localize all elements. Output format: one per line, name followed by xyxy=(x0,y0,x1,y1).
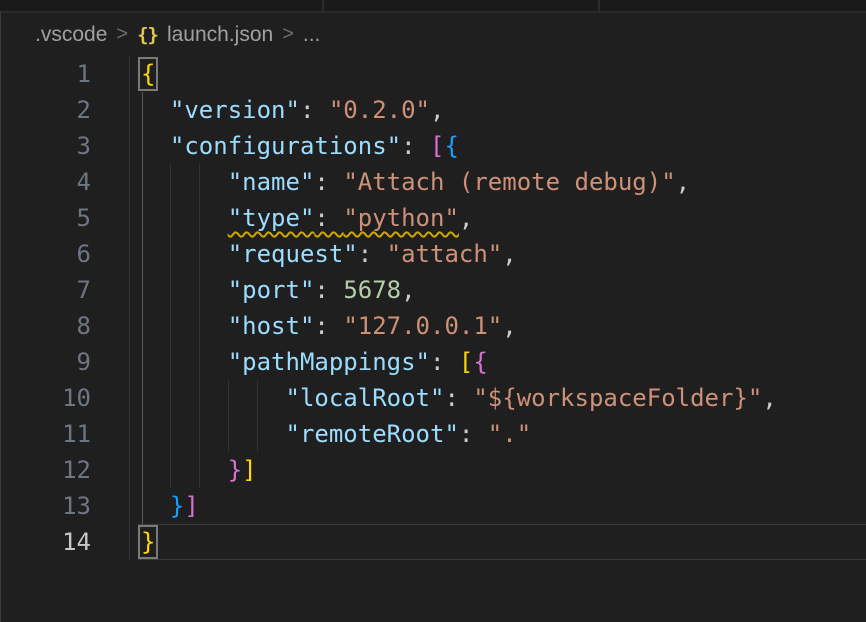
code-line-2[interactable]: 2 "version": "0.2.0", xyxy=(0,92,866,128)
breadcrumb-symbol[interactable]: ... xyxy=(303,23,321,47)
vscode-editor-window: .vscode > {} launch.json > ... 1{2 "vers… xyxy=(0,0,866,622)
code-line-12[interactable]: 12 }] xyxy=(0,452,866,488)
line-number[interactable]: 13 xyxy=(0,488,91,524)
code-text: }] xyxy=(141,452,257,488)
code-text: }] xyxy=(141,488,199,524)
line-number[interactable]: 3 xyxy=(0,128,91,164)
code-line-10[interactable]: 10 "localRoot": "${workspaceFolder}", xyxy=(0,380,866,416)
code-text: "remoteRoot": "." xyxy=(141,416,531,452)
line-number[interactable]: 9 xyxy=(0,344,91,380)
code-line-8[interactable]: 8 "host": "127.0.0.1", xyxy=(0,308,866,344)
line-number[interactable]: 1 xyxy=(0,56,91,92)
code-text: "configurations": [{ xyxy=(141,128,459,164)
chevron-right-icon: > xyxy=(116,23,128,46)
code-line-11[interactable]: 11 "remoteRoot": "." xyxy=(0,416,866,452)
tab-separator xyxy=(598,0,600,11)
line-number[interactable]: 12 xyxy=(0,452,91,488)
breadcrumb: .vscode > {} launch.json > ... xyxy=(0,13,866,56)
code-line-3[interactable]: 3 "configurations": [{ xyxy=(0,128,866,164)
code-line-5[interactable]: 5 "type": "python", xyxy=(0,200,866,236)
code-text: "name": "Attach (remote debug)", xyxy=(141,164,690,200)
line-number[interactable]: 14 xyxy=(0,524,91,560)
code-line-14[interactable]: 14} xyxy=(0,524,866,560)
line-number[interactable]: 7 xyxy=(0,272,91,308)
code-line-7[interactable]: 7 "port": 5678, xyxy=(0,272,866,308)
code-text: "version": "0.2.0", xyxy=(141,92,444,128)
code-text: "localRoot": "${workspaceFolder}", xyxy=(141,380,777,416)
line-number[interactable]: 11 xyxy=(0,416,91,452)
chevron-right-icon: > xyxy=(282,23,294,46)
code-line-4[interactable]: 4 "name": "Attach (remote debug)", xyxy=(0,164,866,200)
line-number[interactable]: 4 xyxy=(0,164,91,200)
editor[interactable]: 1{2 "version": "0.2.0",3 "configurations… xyxy=(0,56,866,622)
code-text: "host": "127.0.0.1", xyxy=(141,308,517,344)
code-text: "pathMappings": [{ xyxy=(141,344,488,380)
line-number[interactable]: 5 xyxy=(0,200,91,236)
code-text: "port": 5678, xyxy=(141,272,416,308)
tab-bar xyxy=(0,0,866,13)
code-text: "type": "python", xyxy=(141,200,473,236)
breadcrumb-file[interactable]: launch.json xyxy=(167,23,273,47)
line-number[interactable]: 2 xyxy=(0,92,91,128)
code-text: "request": "attach", xyxy=(141,236,517,272)
code-line-13[interactable]: 13 }] xyxy=(0,488,866,524)
code-text: { xyxy=(141,56,155,92)
code-line-1[interactable]: 1{ xyxy=(0,56,866,92)
breadcrumb-folder[interactable]: .vscode xyxy=(35,23,107,47)
code-line-9[interactable]: 9 "pathMappings": [{ xyxy=(0,344,866,380)
code-lines: 1{2 "version": "0.2.0",3 "configurations… xyxy=(0,56,866,560)
line-number[interactable]: 8 xyxy=(0,308,91,344)
line-number[interactable]: 6 xyxy=(0,236,91,272)
code-line-6[interactable]: 6 "request": "attach", xyxy=(0,236,866,272)
json-braces-icon: {} xyxy=(137,24,158,46)
line-number[interactable]: 10 xyxy=(0,380,91,416)
code-text: } xyxy=(141,524,155,560)
tab-separator xyxy=(322,0,324,11)
